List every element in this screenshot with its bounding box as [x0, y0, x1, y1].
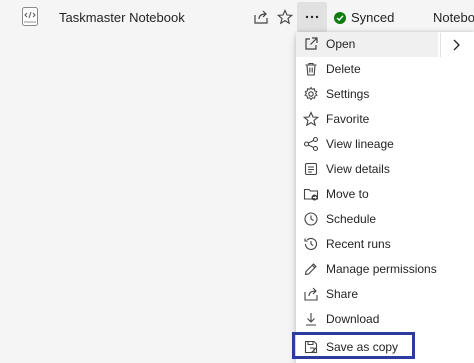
share-icon — [303, 286, 319, 302]
notebook-icon — [22, 7, 38, 26]
edit-icon — [303, 261, 319, 277]
menu-item-share[interactable]: Share — [296, 282, 474, 307]
sync-status-label: Synced — [351, 10, 395, 25]
menu-item-label: Download — [326, 312, 380, 326]
gear-icon — [303, 86, 319, 102]
page-title: Taskmaster Notebook — [59, 10, 185, 25]
menu-item-label: Manage permissions — [326, 262, 437, 276]
ellipsis-icon — [305, 15, 319, 19]
download-icon — [303, 311, 319, 327]
open-external-icon — [303, 36, 319, 52]
folder-move-icon — [303, 186, 319, 202]
menu-item-label: View lineage — [326, 137, 394, 151]
menu-item-label: Recent runs — [326, 237, 391, 251]
menu-item-move-to[interactable]: Move to — [296, 182, 474, 207]
details-icon — [303, 161, 319, 177]
star-icon[interactable] — [276, 9, 294, 25]
check-circle-icon — [334, 12, 346, 24]
menu-item-schedule[interactable]: Schedule — [296, 207, 474, 232]
item-type-label: Notebool — [433, 10, 474, 25]
menu-item-open[interactable]: Open — [296, 32, 438, 57]
menu-item-recent-runs[interactable]: Recent runs — [296, 232, 474, 257]
menu-item-view-details[interactable]: View details — [296, 157, 474, 182]
top-bar: Taskmaster Notebook Synced Notebool — [0, 0, 474, 34]
menu-item-download[interactable]: Download — [296, 307, 474, 332]
open-submenu-button[interactable] — [440, 33, 471, 57]
sync-status: Synced — [334, 10, 394, 25]
menu-item-delete[interactable]: Delete — [296, 57, 474, 82]
context-menu: Open Delete Settings Favorite View linea… — [296, 32, 474, 363]
menu-item-label: Schedule — [326, 212, 377, 226]
menu-item-label: View details — [326, 162, 390, 176]
history-icon — [303, 236, 319, 252]
highlight-box — [292, 332, 415, 359]
menu-item-manage-permissions[interactable]: Manage permissions — [296, 257, 474, 282]
menu-item-label: Open — [326, 37, 356, 51]
share-icon[interactable] — [253, 9, 269, 25]
lineage-icon — [303, 136, 319, 152]
trash-icon — [303, 61, 319, 77]
menu-item-label: Settings — [326, 87, 370, 101]
star-icon — [302, 111, 320, 127]
menu-item-favorite[interactable]: Favorite — [296, 107, 474, 132]
menu-item-settings[interactable]: Settings — [296, 82, 474, 107]
chevron-right-icon — [453, 39, 460, 51]
menu-item-label: Delete — [326, 62, 361, 76]
menu-item-view-lineage[interactable]: View lineage — [296, 132, 474, 157]
menu-item-label: Share — [326, 287, 359, 301]
more-options-button[interactable] — [297, 2, 327, 32]
menu-item-label: Favorite — [326, 112, 370, 126]
clock-icon — [303, 211, 319, 227]
menu-item-label: Move to — [326, 187, 369, 201]
